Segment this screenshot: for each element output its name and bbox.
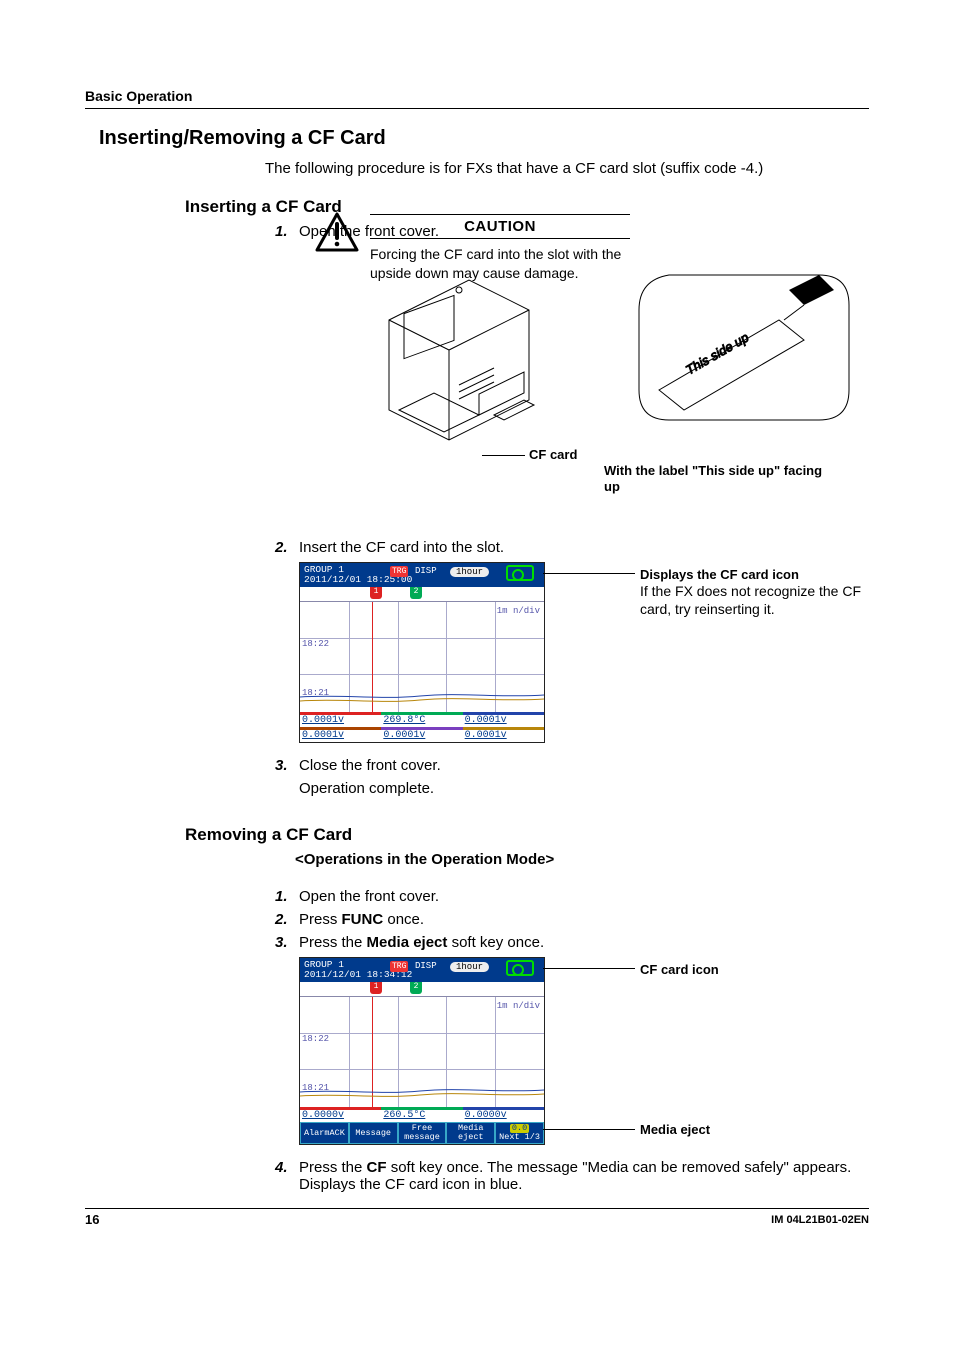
warning-icon [315, 212, 359, 252]
readout-ch3: 0.0001v [463, 712, 544, 727]
softkey-media-eject[interactable]: Mediaeject [446, 1122, 495, 1144]
caution-body: Forcing the CF card into the slot with t… [370, 245, 630, 283]
trace-blue [300, 997, 544, 1107]
callout-media-eject: Media eject [640, 1122, 710, 1137]
orientation-caption: With the label "This side up" facing up [604, 463, 834, 496]
lead-paragraph: The following procedure is for FXs that … [265, 160, 869, 177]
cf-card-label: CF card [529, 447, 577, 462]
channel-marker-1: 1 [370, 587, 382, 599]
channel-marker-1: 1 [370, 982, 382, 994]
softkey-alarmack[interactable]: AlarmACK [300, 1122, 349, 1144]
step-number: 1. [275, 888, 299, 905]
readout-ch6: 0.0001v [463, 727, 544, 742]
readout-ch4: 0.0001v [300, 727, 381, 742]
softkey-free-message[interactable]: Freemessage [398, 1122, 447, 1144]
readout-ch5: 0.0001v [381, 727, 462, 742]
cf-card-icon [506, 565, 534, 581]
footer-rule [85, 1208, 869, 1209]
fx-screenshot-insert: GROUP 1 2011/12/01 18:25:00 TRG DISP 1ho… [299, 562, 545, 743]
step-number: 2. [275, 539, 299, 556]
disp-label: DISP [415, 961, 437, 971]
disp-label: DISP [415, 566, 437, 576]
running-header: Basic Operation [85, 88, 869, 109]
operations-subhead: <Operations in the Operation Mode> [295, 851, 869, 868]
doc-id: IM 04L21B01-02EN [771, 1214, 869, 1226]
trend-chart: 1m n/div 18:22 18:21 [300, 996, 544, 1107]
step-text: Insert the CF card into the slot. [299, 539, 869, 556]
channel-marker-2: 2 [410, 982, 422, 994]
readout-ch2: 260.5°C [381, 1107, 462, 1122]
softkey-message[interactable]: Message [349, 1122, 398, 1144]
step-number: 3. [275, 934, 299, 951]
card-orientation-illustration: This side up [629, 250, 859, 430]
step-number: 1. [275, 223, 299, 240]
step-text: Press FUNC once. [299, 911, 869, 928]
channel-marker-2: 2 [410, 587, 422, 599]
readout-ch3: 0.0000v [463, 1107, 544, 1122]
leader-line [482, 455, 525, 456]
callout-cf-icon: CF card icon [640, 962, 719, 977]
leader-line [543, 968, 635, 969]
step-text: Press the CF soft key once. The message … [299, 1159, 869, 1193]
softkey-next[interactable]: 0.0 Next 1/3 [495, 1122, 544, 1144]
step-text: Close the front cover. [299, 757, 869, 774]
removing-heading: Removing a CF Card [185, 825, 869, 845]
page-number: 16 [85, 1212, 99, 1227]
operation-complete: Operation complete. [299, 780, 869, 797]
step-number: 4. [275, 1159, 299, 1193]
timescale-label: 1hour [450, 962, 489, 972]
callout-body: If the FX does not recognize the CF card… [640, 582, 880, 618]
trg-icon: TRG [390, 961, 408, 972]
leader-line [543, 573, 635, 574]
readout-ch1: 0.0001v [300, 712, 381, 727]
page-title: Inserting/Removing a CF Card [99, 127, 869, 150]
caution-heading: CAUTION [370, 214, 630, 239]
trace-blue [300, 602, 544, 712]
step-text: Press the Media eject soft key once. [299, 934, 869, 951]
leader-line [543, 1129, 635, 1130]
trg-icon: TRG [390, 566, 408, 577]
step-number: 3. [275, 757, 299, 774]
svg-text:This side up: This side up [683, 330, 751, 378]
timescale-label: 1hour [450, 567, 489, 577]
readout-ch1: 0.0000v [300, 1107, 381, 1122]
device-illustration [359, 260, 569, 470]
step-number: 2. [275, 911, 299, 928]
trend-chart: 1m n/div 18:22 18:21 [300, 601, 544, 712]
fx-screenshot-eject: GROUP 1 2011/12/01 18:34:12 TRG DISP 1ho… [299, 957, 545, 1145]
callout-title: Displays the CF card icon [640, 567, 880, 582]
step-text: Open the front cover. [299, 888, 869, 905]
readout-ch2: 269.8°C [381, 712, 462, 727]
cf-card-icon [506, 960, 534, 976]
